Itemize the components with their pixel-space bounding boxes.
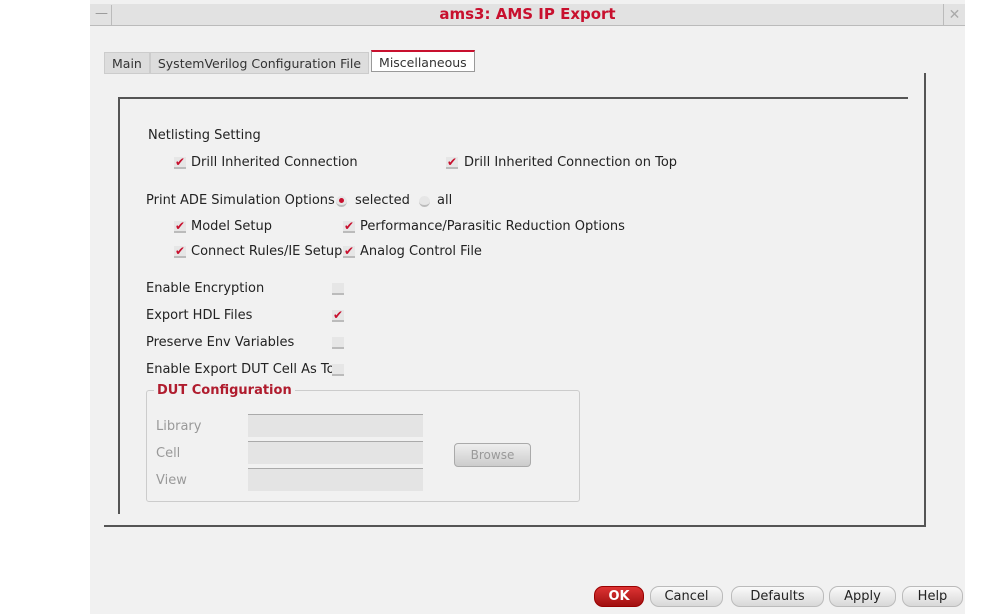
defaults-button[interactable]: Defaults (731, 586, 824, 607)
model-setup-label: Model Setup (191, 219, 273, 234)
performance-label: Performance/Parasitic Reduction Options (360, 219, 625, 234)
tab-miscellaneous[interactable]: Miscellaneous (371, 50, 475, 72)
drill-inherited-top-label: Drill Inherited Connection on Top (464, 155, 678, 170)
tab-systemverilog-config[interactable]: SystemVerilog Configuration File (149, 52, 370, 74)
analog-control-checkbox[interactable]: ✔ (343, 245, 355, 258)
radio-all-label: all (437, 193, 453, 208)
close-icon[interactable]: ✕ (943, 4, 965, 26)
tab-bar: Main SystemVerilog Configuration File Mi… (104, 50, 475, 74)
model-setup-checkbox[interactable]: ✔ (174, 220, 186, 233)
netlisting-heading: Netlisting Setting (148, 128, 261, 143)
ade-options-label: Print ADE Simulation Options (146, 193, 335, 208)
panel-border-bottom (104, 525, 926, 527)
analog-control-label: Analog Control File (360, 244, 482, 259)
export-hdl-label: Export HDL Files (146, 308, 253, 323)
connect-rules-checkbox[interactable]: ✔ (174, 245, 186, 258)
export-dut-checkbox[interactable] (332, 364, 344, 376)
help-button[interactable]: Help (902, 586, 963, 607)
cell-label: Cell (156, 446, 181, 461)
drill-inherited-top-checkbox[interactable]: ✔ (446, 156, 458, 169)
library-label: Library (156, 419, 202, 434)
apply-button[interactable]: Apply (829, 586, 896, 607)
panel-border-right (924, 73, 926, 527)
tab-main[interactable]: Main (104, 52, 150, 74)
library-input[interactable] (248, 414, 423, 437)
browse-button[interactable]: Browse (454, 443, 531, 467)
encryption-label: Enable Encryption (146, 281, 265, 296)
preserve-env-checkbox[interactable] (332, 337, 344, 349)
drill-inherited-label: Drill Inherited Connection (191, 155, 358, 170)
export-hdl-checkbox[interactable]: ✔ (332, 309, 344, 322)
radio-selected-label: selected (355, 193, 410, 208)
title-bar: — ams3: AMS IP Export ✕ (90, 4, 965, 26)
export-dut-label: Enable Export DUT Cell As Top (146, 362, 343, 377)
preserve-env-label: Preserve Env Variables (146, 335, 295, 350)
ams-ip-export-dialog: — ams3: AMS IP Export ✕ Main SystemVeril… (90, 0, 965, 614)
cell-input[interactable] (248, 441, 423, 464)
view-label: View (156, 473, 187, 488)
ok-button[interactable]: OK (594, 586, 644, 607)
performance-checkbox[interactable]: ✔ (343, 220, 355, 233)
encryption-checkbox[interactable] (332, 283, 344, 295)
radio-selected[interactable] (336, 196, 347, 207)
dut-configuration-title: DUT Configuration (154, 383, 295, 398)
drill-inherited-checkbox[interactable]: ✔ (174, 156, 186, 169)
connect-rules-label: Connect Rules/IE Setup (191, 244, 343, 259)
window-title: ams3: AMS IP Export (439, 5, 616, 23)
cancel-button[interactable]: Cancel (650, 586, 723, 607)
view-input[interactable] (248, 468, 423, 491)
panel-border-left (118, 97, 120, 514)
panel-border-top (118, 97, 908, 99)
radio-all[interactable] (419, 196, 430, 207)
